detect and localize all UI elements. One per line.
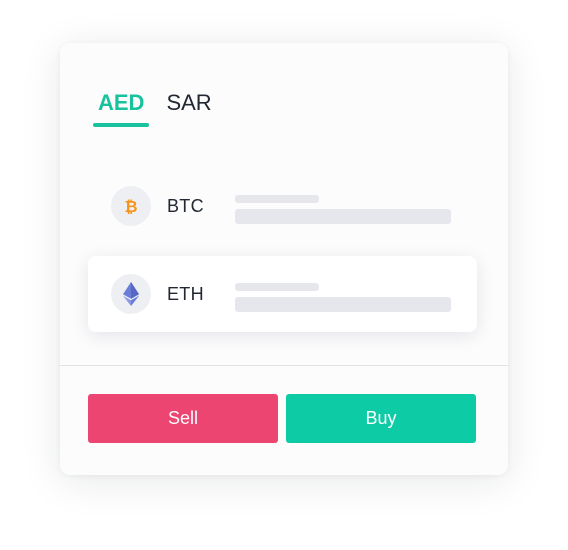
svg-text:₿: ₿ [124,197,137,215]
coin-label-btc: BTC [167,195,204,216]
bitcoin-icon: ₿ [111,186,151,226]
currency-tabs: AED SAR [92,89,212,127]
tab-sar[interactable]: SAR [166,89,211,125]
sell-button[interactable]: Sell [88,394,278,443]
buy-button[interactable]: Buy [286,394,476,443]
placeholder-line-short [235,195,319,203]
divider [60,365,508,366]
placeholder-line-long [235,209,451,224]
ethereum-icon [111,274,151,314]
placeholder-line-long [235,297,451,312]
coin-row-btc[interactable]: ₿ BTC [88,168,477,244]
currency-card: AED SAR ₿ BTC ETH Sell Buy [60,43,508,475]
coin-label-eth: ETH [167,283,204,304]
placeholder-line-short [235,283,319,291]
coin-row-eth[interactable]: ETH [88,256,477,332]
tab-aed[interactable]: AED [92,89,150,127]
